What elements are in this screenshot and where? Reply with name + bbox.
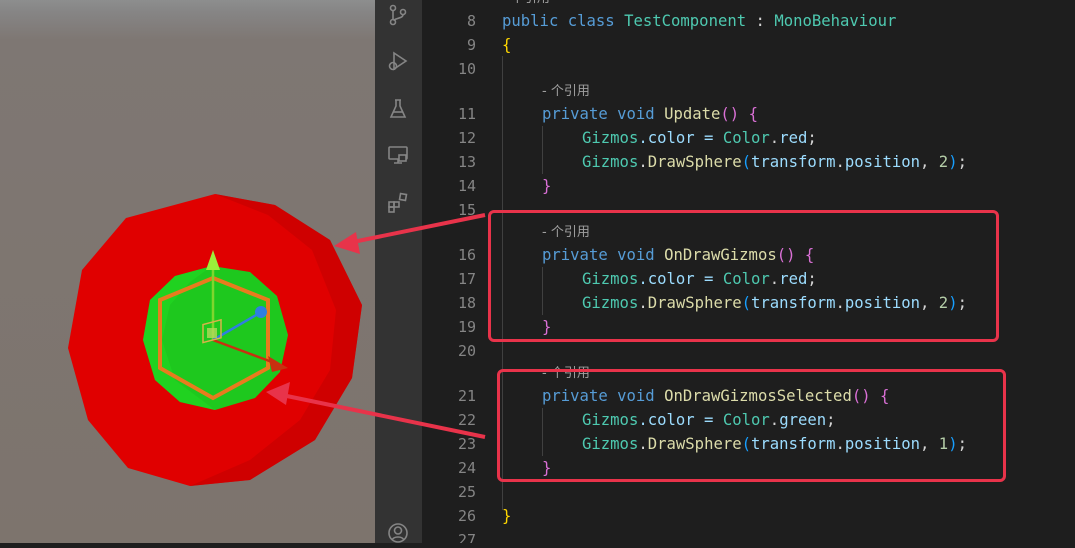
line-number: 10 [457,60,476,78]
line-number: 9 [466,36,476,54]
line-number: 14 [457,177,476,195]
source-control-icon[interactable] [383,0,413,30]
line-number: 22 [457,411,476,429]
code-lens[interactable]: - 个引用 [502,0,550,8]
line-number: 19 [457,318,476,336]
code-line[interactable]: Gizmos.DrawSphere(transform.position, 2)… [582,150,967,174]
z-axis-arrow-icon[interactable] [255,306,267,318]
testing-icon[interactable] [383,94,413,124]
line-number: 17 [457,270,476,288]
highlight-box-ondrawgizmos [488,210,999,342]
line-number: 20 [457,342,476,360]
account-icon[interactable] [383,518,413,548]
line-number: 12 [457,129,476,147]
code-line[interactable]: private void Update() { [542,102,758,126]
remote-explorer-icon[interactable] [383,140,413,170]
run-debug-icon[interactable] [383,46,413,76]
code-line[interactable]: } [502,504,511,528]
code-line[interactable]: Gizmos.color = Color.red; [582,126,817,150]
highlight-box-ondrawgizmosselected [497,369,1006,482]
center-handle-icon[interactable] [207,328,217,338]
code-line[interactable]: { [502,33,511,57]
line-number: 16 [457,246,476,264]
line-number: 15 [457,201,476,219]
extensions-icon[interactable] [383,188,413,218]
line-number: 18 [457,294,476,312]
code-lens[interactable]: - 个引用 [542,83,590,101]
line-number: 23 [457,435,476,453]
line-number: 8 [466,12,476,30]
activity-bar [375,0,422,543]
code-line[interactable]: } [542,174,551,198]
line-number: 25 [457,483,476,501]
line-number: 26 [457,507,476,525]
line-number: 13 [457,153,476,171]
code-line[interactable]: public class TestComponent : MonoBehavio… [502,9,896,33]
line-number: 24 [457,459,476,477]
indent-guide [542,126,543,174]
line-number: 11 [457,105,476,123]
line-number: 21 [457,387,476,405]
line-number: 27 [457,531,476,543]
scene-view[interactable] [0,0,375,543]
